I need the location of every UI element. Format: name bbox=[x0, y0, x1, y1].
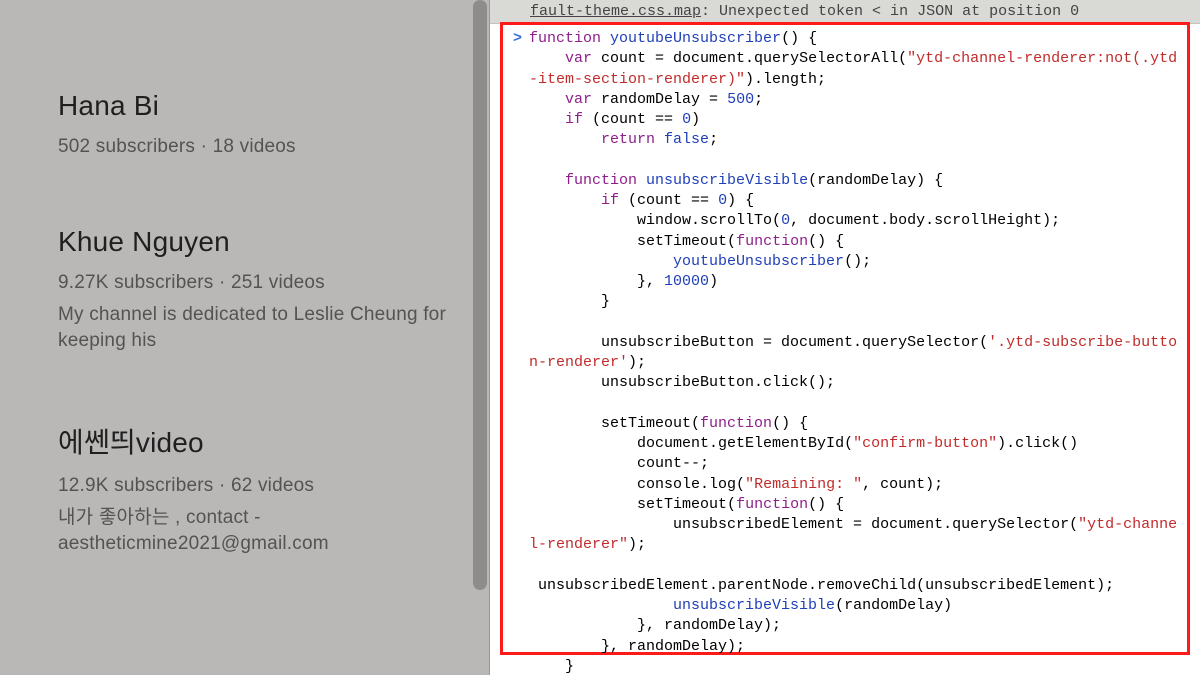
warning-source-file[interactable]: fault-theme.css.map bbox=[530, 3, 701, 20]
channel-meta: 12.9K subscribers · 62 videos bbox=[58, 475, 448, 497]
channel-meta: 9.27K subscribers · 251 videos bbox=[58, 272, 448, 294]
channel-name: Khue Nguyen bbox=[58, 226, 448, 258]
subscriptions-panel: Hana Bi 502 subscribers · 18 videos Khue… bbox=[0, 0, 490, 675]
devtools-console: fault-theme.css.map: Unexpected token < … bbox=[490, 0, 1200, 675]
channel-desc: My channel is dedicated to Leslie Cheung… bbox=[58, 302, 448, 353]
channel-desc: 내가 좋아하는 , contact - aestheticmine2021@gm… bbox=[58, 505, 448, 556]
console-warning-line: fault-theme.css.map: Unexpected token < … bbox=[490, 0, 1200, 24]
channel-name: Hana Bi bbox=[58, 90, 448, 122]
channel-item[interactable]: Khue Nguyen 9.27K subscribers · 251 vide… bbox=[58, 226, 448, 353]
console-prompt-icon: > bbox=[513, 30, 522, 47]
scrollbar-thumb[interactable] bbox=[473, 0, 487, 590]
channel-item[interactable]: 에쎈띄video 12.9K subscribers · 62 videos 내… bbox=[58, 421, 448, 556]
highlighted-code-region: > function youtubeUnsubscriber() { var c… bbox=[500, 22, 1190, 655]
channel-meta: 502 subscribers · 18 videos bbox=[58, 136, 448, 158]
warning-message: : Unexpected token < in JSON at position… bbox=[701, 3, 1079, 20]
console-input-code[interactable]: function youtubeUnsubscriber() { var cou… bbox=[529, 29, 1183, 675]
channel-name: 에쎈띄video bbox=[58, 421, 448, 461]
channel-item[interactable]: Hana Bi 502 subscribers · 18 videos bbox=[58, 90, 448, 158]
